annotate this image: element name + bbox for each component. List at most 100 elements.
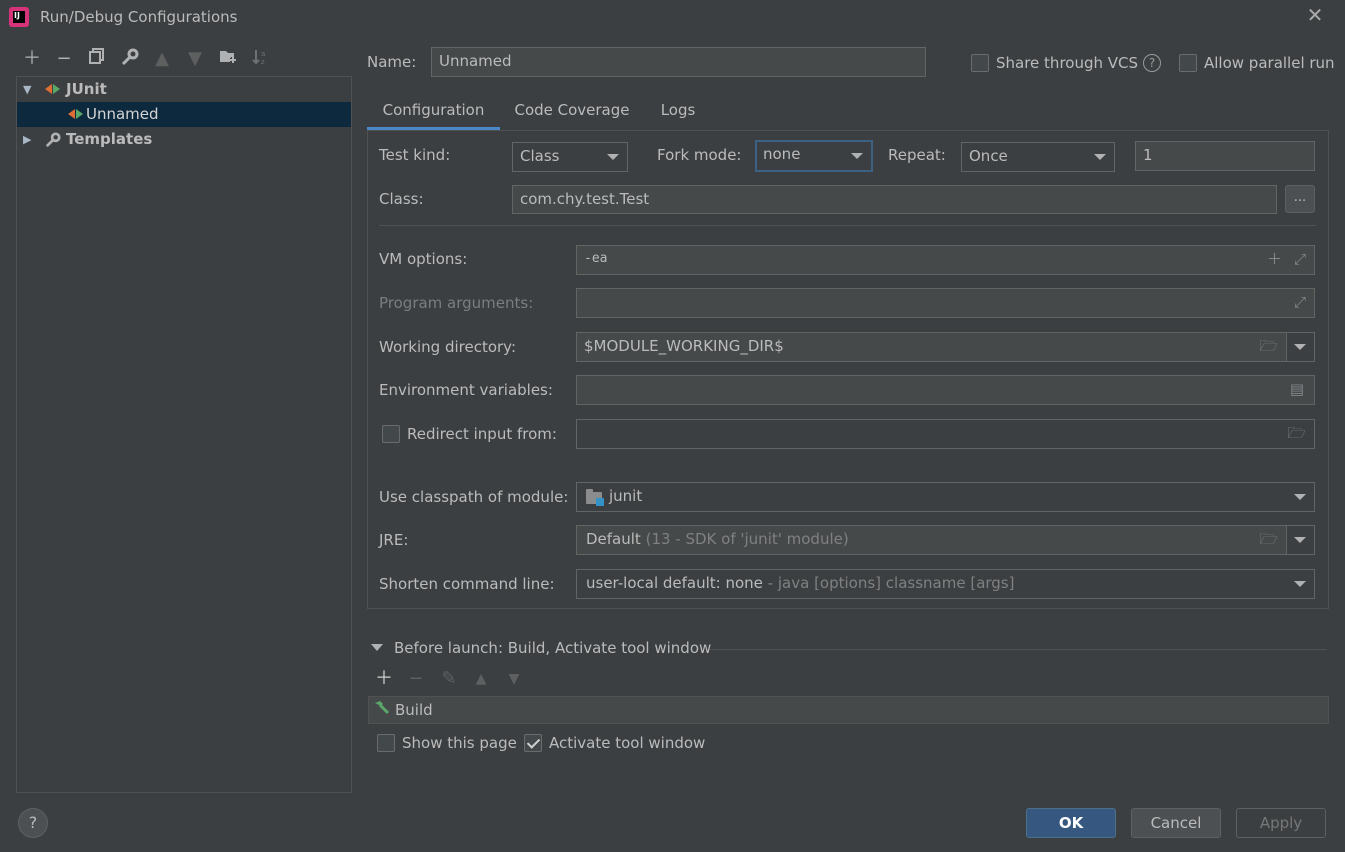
parallel-run-label: Allow parallel run — [1204, 54, 1335, 72]
vm-options-input[interactable]: -ea ＋ ⤢ — [576, 245, 1315, 275]
shorten-command-line-select[interactable]: user-local default: none - java [options… — [576, 569, 1315, 599]
before-launch-label[interactable]: Before launch: Build, Activate tool wind… — [394, 639, 711, 657]
classpath-module-label: Use classpath of module: — [379, 488, 569, 506]
redirect-input-field[interactable]: 🗁 — [576, 419, 1315, 449]
task-row-build[interactable]: Build — [368, 696, 1329, 724]
junit-icon — [45, 82, 61, 96]
move-up-icon[interactable]: ▲ — [151, 48, 173, 70]
app-logo-icon: IJ — [9, 7, 29, 27]
tab-logs[interactable]: Logs — [652, 96, 704, 130]
copy-icon[interactable] — [86, 48, 108, 70]
tree-item-junit[interactable]: ▼ JUnit — [17, 77, 351, 102]
shorten-command-line-label: Shorten command line: — [379, 575, 555, 593]
wrench-icon — [45, 131, 61, 156]
document-icon[interactable]: ▤ — [1290, 376, 1304, 402]
divider — [710, 649, 1327, 650]
environment-variables-input[interactable]: ▤ — [576, 375, 1315, 405]
tree-item-label: Templates — [66, 130, 153, 148]
program-arguments-label: Program arguments: — [379, 294, 534, 312]
tree-item-templates[interactable]: ▶ Templates — [17, 127, 351, 152]
jre-input[interactable]: Default (13 - SDK of 'junit' module) 🗁 — [576, 525, 1287, 555]
activate-tool-window-label: Activate tool window — [549, 734, 706, 752]
expand-icon[interactable]: ⤢ — [1294, 289, 1306, 315]
working-directory-value: $MODULE_WORKING_DIR$ — [584, 337, 784, 355]
chevron-right-icon[interactable]: ▶ — [23, 127, 31, 152]
classpath-module-select[interactable]: junit — [576, 482, 1315, 512]
environment-variables-label: Environment variables: — [379, 381, 553, 399]
class-input[interactable]: com.chy.test.Test — [512, 185, 1277, 214]
add-icon[interactable]: ＋ — [1267, 246, 1282, 272]
folder-icon[interactable]: 🗁 — [1287, 420, 1306, 446]
jre-dropdown[interactable] — [1286, 525, 1315, 555]
working-directory-dropdown[interactable] — [1286, 332, 1315, 362]
show-page-checkbox[interactable] — [377, 734, 395, 752]
test-kind-label: Test kind: — [379, 146, 451, 164]
fork-mode-label: Fork mode: — [657, 146, 742, 164]
jre-value: Default — [586, 530, 641, 548]
vm-options-label: VM options: — [379, 250, 468, 268]
vm-options-value: -ea — [584, 251, 608, 266]
add-icon[interactable]: ＋ — [21, 48, 43, 70]
tree-item-unnamed[interactable]: Unnamed — [17, 102, 351, 127]
folder-icon[interactable]: 🗁 — [1259, 333, 1278, 359]
repeat-select[interactable]: Once — [961, 142, 1115, 172]
chevron-down-icon[interactable]: ▼ — [23, 77, 31, 102]
help-button[interactable]: ? — [18, 808, 48, 838]
folder-icon[interactable]: 🗁 — [1259, 526, 1278, 552]
sort-icon[interactable]: az — [249, 48, 271, 70]
chevron-down-icon — [607, 154, 619, 160]
chevron-down-icon — [851, 153, 863, 159]
working-directory-label: Working directory: — [379, 338, 517, 356]
move-down-icon[interactable]: ▼ — [184, 48, 206, 70]
edit-task-icon[interactable]: ✎ — [438, 668, 460, 690]
module-folder-icon — [586, 489, 604, 506]
repeat-value: Once — [969, 147, 1008, 165]
remove-icon[interactable]: − — [53, 48, 75, 70]
classpath-module-value: junit — [609, 487, 643, 505]
program-arguments-input[interactable]: ⤢ — [576, 288, 1315, 318]
move-task-down-icon[interactable]: ▼ — [503, 668, 525, 690]
share-vcs-label: Share through VCS — [996, 54, 1139, 72]
test-kind-select[interactable]: Class — [512, 142, 628, 172]
chevron-down-icon — [1094, 154, 1106, 160]
chevron-down-icon — [1294, 494, 1306, 500]
repeat-count-input[interactable]: 1 — [1135, 141, 1315, 171]
parallel-run-checkbox[interactable] — [1179, 54, 1197, 72]
collapse-arrow-icon[interactable] — [371, 644, 383, 651]
move-task-up-icon[interactable]: ▲ — [470, 668, 492, 690]
configuration-tree[interactable]: ▼ JUnit Unnamed ▶ Templates — [16, 76, 352, 793]
expand-icon[interactable]: ⤢ — [1294, 246, 1306, 272]
jre-label: JRE: — [379, 531, 409, 549]
ok-button[interactable]: OK — [1026, 808, 1116, 838]
name-label: Name: — [367, 53, 417, 71]
shorten-command-line-hint: - java [options] classname [args] — [767, 574, 1015, 592]
show-page-label: Show this page — [402, 734, 517, 752]
new-folder-icon[interactable] — [217, 48, 239, 70]
apply-button[interactable]: Apply — [1236, 808, 1326, 838]
wrench-icon[interactable] — [119, 48, 141, 70]
chevron-down-icon — [1294, 581, 1306, 587]
activate-tool-window-checkbox[interactable] — [524, 734, 542, 752]
tree-item-label: JUnit — [66, 80, 107, 98]
hammer-icon — [372, 699, 390, 721]
tree-item-label: Unnamed — [86, 105, 159, 123]
tab-configuration[interactable]: Configuration — [367, 96, 500, 130]
help-icon[interactable]: ? — [1143, 54, 1161, 72]
task-label: Build — [395, 701, 433, 719]
add-task-icon[interactable]: ＋ — [373, 668, 395, 690]
share-vcs-checkbox[interactable] — [971, 54, 989, 72]
browse-class-button[interactable]: ... — [1285, 185, 1315, 213]
close-icon[interactable]: ✕ — [1305, 4, 1325, 26]
redirect-input-label: Redirect input from: — [407, 425, 557, 443]
test-kind-value: Class — [520, 147, 560, 165]
cancel-button[interactable]: Cancel — [1131, 808, 1221, 838]
remove-task-icon[interactable]: − — [405, 668, 427, 690]
fork-mode-value: none — [763, 145, 801, 163]
name-input[interactable]: Unnamed — [431, 47, 926, 77]
tab-code-coverage[interactable]: Code Coverage — [507, 96, 637, 130]
working-directory-input[interactable]: $MODULE_WORKING_DIR$ 🗁 — [576, 332, 1287, 362]
fork-mode-select[interactable]: none — [755, 140, 873, 172]
class-label: Class: — [379, 190, 424, 208]
repeat-label: Repeat: — [888, 146, 946, 164]
redirect-input-checkbox[interactable] — [382, 425, 400, 443]
